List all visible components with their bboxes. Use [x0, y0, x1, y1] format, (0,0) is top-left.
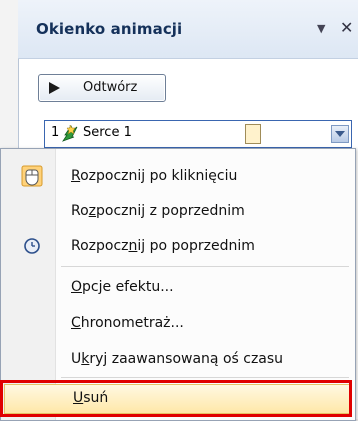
play-button[interactable]: Odtwórz	[38, 74, 166, 102]
menu-separator	[61, 266, 349, 267]
highlight-box	[0, 380, 352, 417]
menu-item-label: Ukryj zaawansowaną oś czasu	[71, 351, 284, 367]
play-icon	[49, 82, 60, 94]
menu-item-label: Rozpocznij po poprzednim	[71, 238, 255, 254]
pane-title: Okienko animacji	[36, 20, 183, 38]
pane-options-arrow-icon[interactable]: ▼	[317, 22, 325, 35]
timing-bar[interactable]	[245, 124, 261, 144]
mouse-click-icon	[21, 165, 43, 187]
menu-item-label: Rozpocznij z poprzednim	[71, 203, 245, 219]
menu-item-label: Rozpocznij po kliknięciu	[71, 168, 238, 184]
menu-item-start-after-previous[interactable]: Rozpocznij po poprzednim	[3, 231, 351, 262]
menu-item-start-on-click[interactable]: Rozpocznij po kliknięciu	[3, 161, 351, 192]
menu-item-timing[interactable]: Chronometraż...	[3, 308, 351, 339]
menu-item-label: Opcje efektu...	[71, 279, 174, 295]
menu-item-hide-advanced-timeline[interactable]: Ukryj zaawansowaną oś czasu	[3, 344, 351, 375]
item-dropdown-button[interactable]	[331, 125, 349, 143]
animation-list-item[interactable]: 1 Serce 1	[44, 120, 352, 148]
close-icon[interactable]: ✕	[340, 18, 353, 37]
play-button-label: Odtwórz	[83, 80, 138, 95]
animation-item-name: Serce 1	[83, 125, 132, 140]
menu-item-effect-options[interactable]: Opcje efektu...	[3, 272, 351, 303]
menu-separator	[61, 377, 349, 378]
clock-icon	[24, 238, 40, 254]
entrance-effect-icon	[61, 124, 78, 142]
menu-item-label: Chronometraż...	[71, 315, 184, 331]
pane-header: Okienko animacji ▼ ✕	[18, 0, 358, 59]
menu-item-start-with-previous[interactable]: Rozpocznij z poprzednim	[3, 196, 351, 227]
animation-order-number: 1	[51, 125, 60, 140]
